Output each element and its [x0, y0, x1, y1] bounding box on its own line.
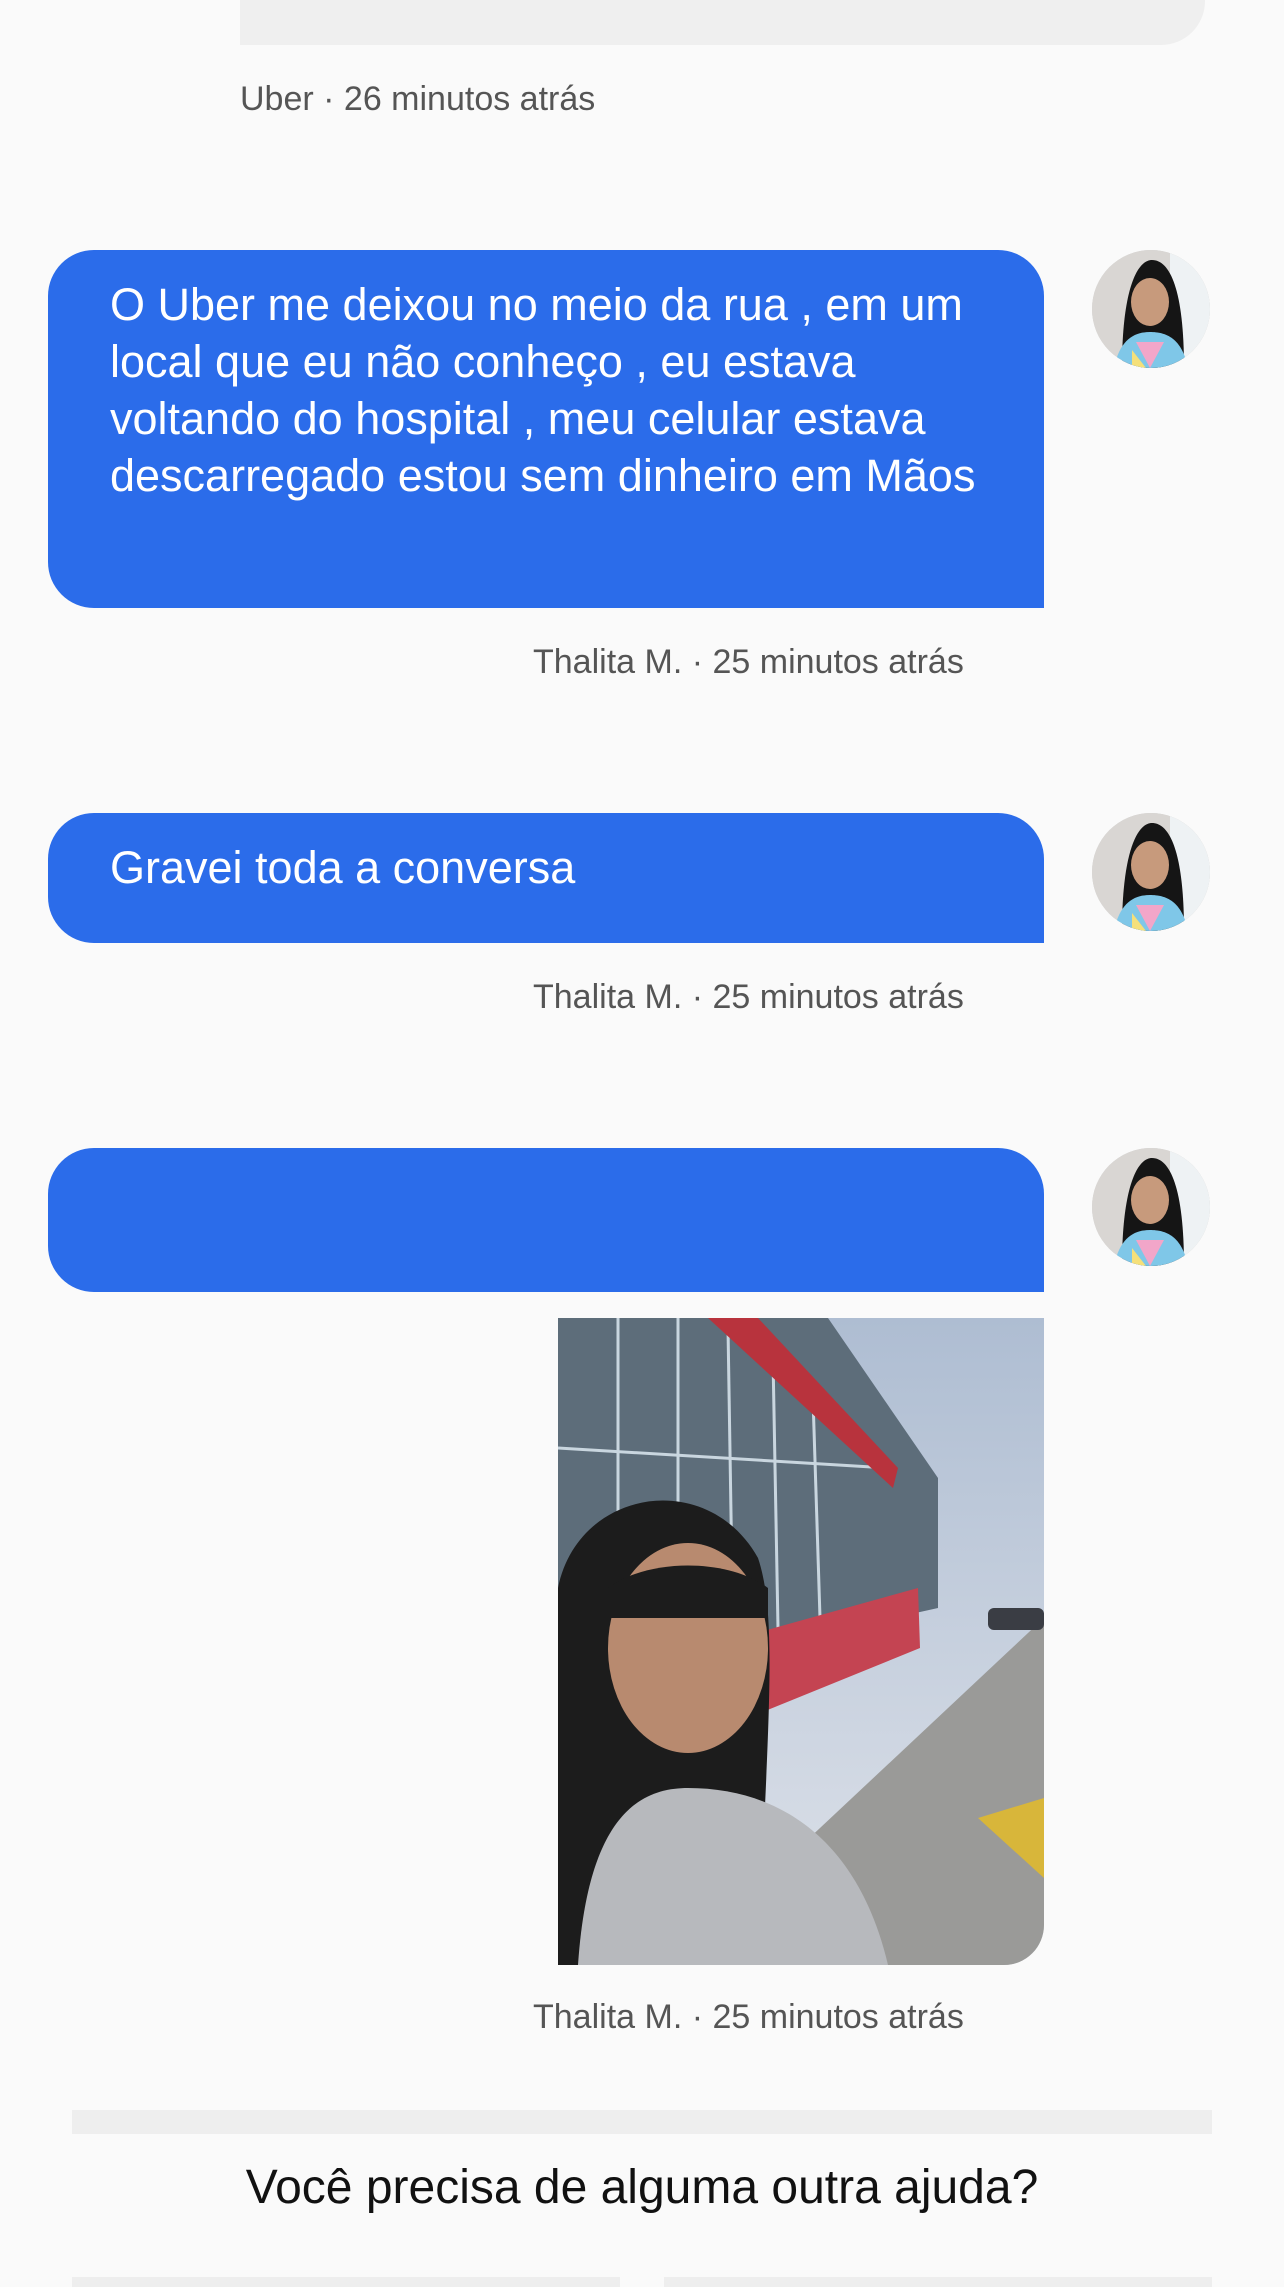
message-text: Gravei toda a conversa: [110, 842, 576, 893]
message-text: O Uber me deixou no meio da rua , em um …: [110, 279, 976, 501]
message-meta: Thalita M. · 25 minutos atrás: [533, 1998, 964, 2036]
message-bubble[interactable]: [48, 1148, 1044, 1292]
section-divider: [72, 2110, 1212, 2134]
help-option-right[interactable]: [664, 2277, 1212, 2287]
avatar[interactable]: [1092, 250, 1210, 368]
avatar-image: [1092, 250, 1210, 368]
previous-message-meta: Uber · 26 minutos atrás: [240, 80, 596, 118]
avatar[interactable]: [1092, 1148, 1210, 1266]
message-meta: Thalita M. · 25 minutos atrás: [533, 978, 964, 1016]
message-meta: Thalita M. · 25 minutos atrás: [533, 643, 964, 681]
avatar-image: [1092, 1148, 1210, 1266]
help-option-left[interactable]: [72, 2277, 620, 2287]
message-bubble[interactable]: Gravei toda a conversa: [48, 813, 1044, 943]
attachment-image: [558, 1318, 1044, 1965]
previous-message-bubble: [240, 0, 1205, 45]
photo-attachment[interactable]: [558, 1318, 1044, 1965]
message-bubble[interactable]: O Uber me deixou no meio da rua , em um …: [48, 250, 1044, 608]
avatar-image: [1092, 813, 1210, 931]
help-question: Você precisa de alguma outra ajuda?: [245, 2161, 1039, 2214]
avatar[interactable]: [1092, 813, 1210, 931]
